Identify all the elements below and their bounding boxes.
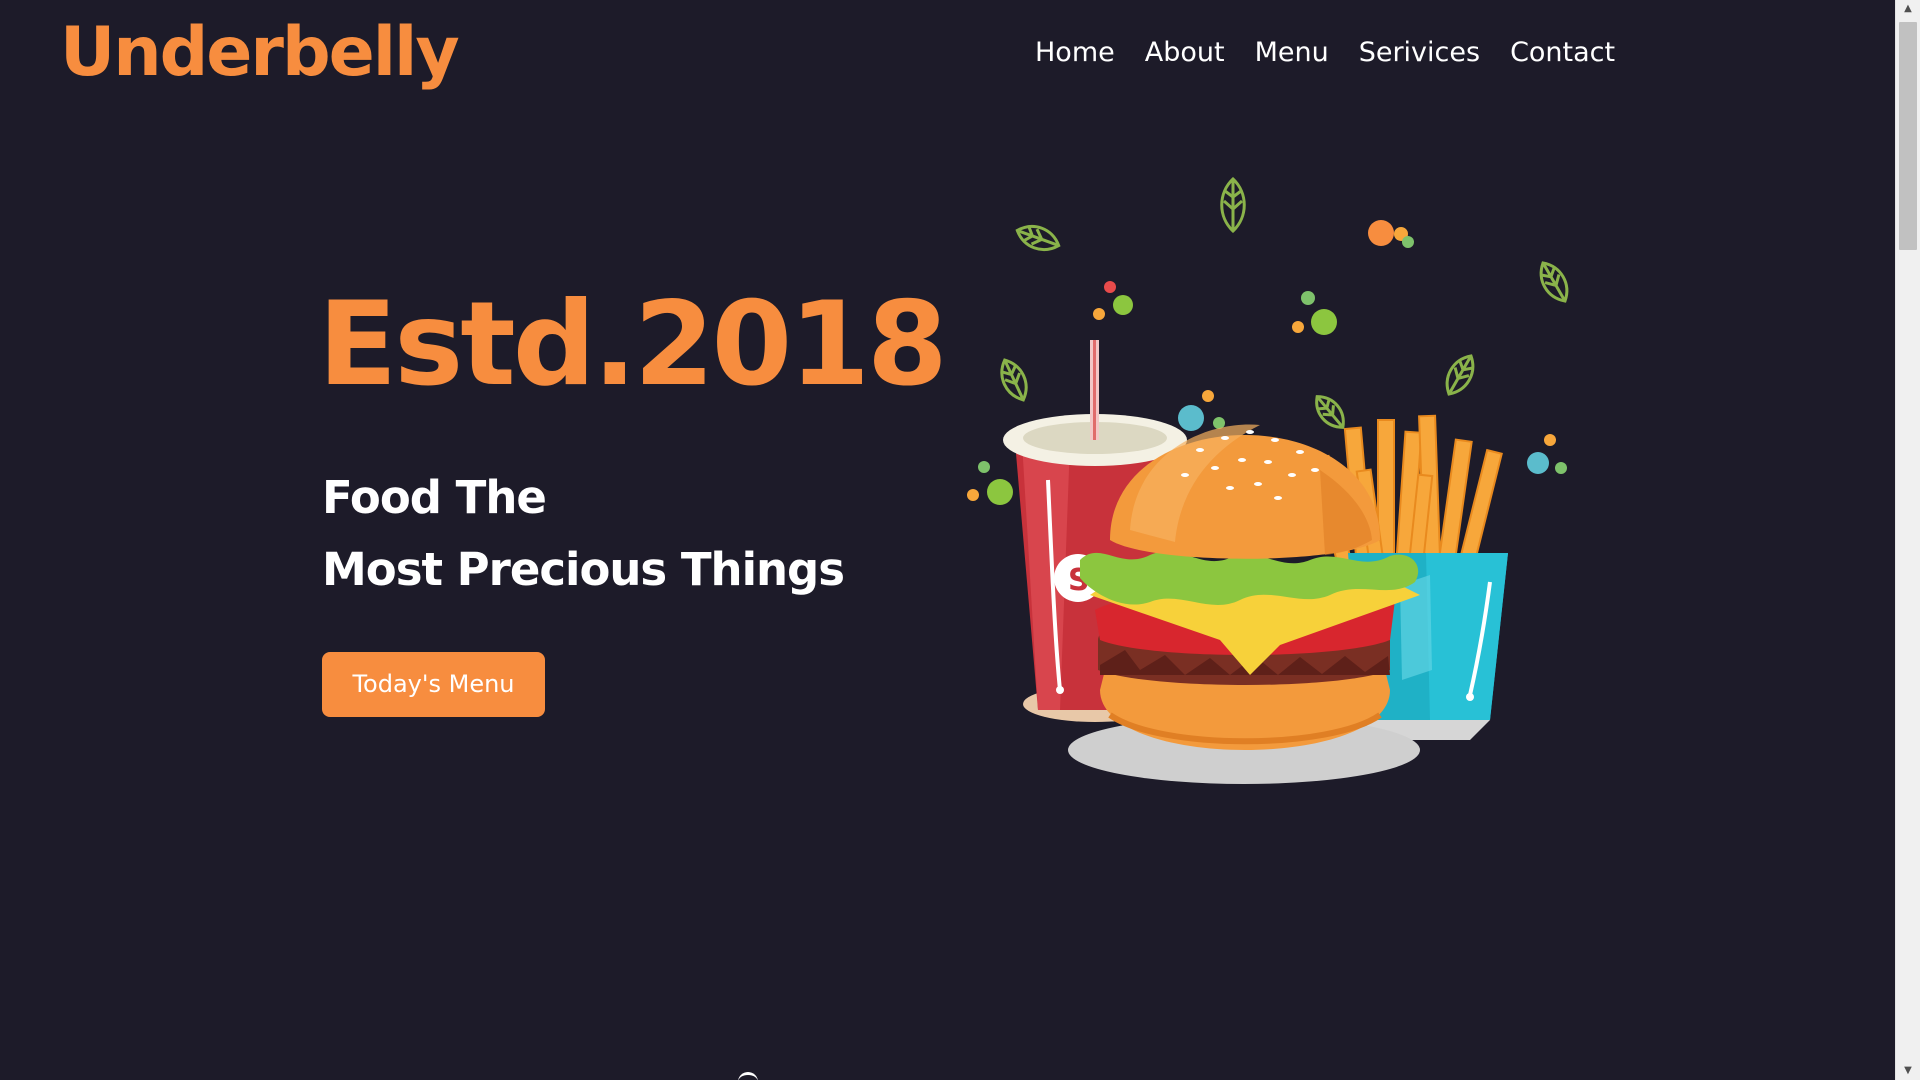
main-nav: Home About Menu Serivices Contact bbox=[1035, 32, 1645, 74]
hero-tagline-line-2: Most Precious Things bbox=[322, 543, 845, 596]
hero-tagline-line-1: Food The bbox=[322, 471, 547, 524]
hero-tagline: Food The Most Precious Things bbox=[322, 462, 845, 606]
scroll-up-arrow-icon[interactable]: ▲ bbox=[1896, 0, 1920, 18]
scrollbar-thumb[interactable] bbox=[1899, 22, 1917, 250]
burger-fries-soda-illustration: S bbox=[967, 176, 1569, 784]
nav-home-link[interactable]: Home bbox=[1035, 32, 1115, 74]
todays-menu-button[interactable]: Today's Menu bbox=[322, 652, 545, 717]
scroll-hint-icon bbox=[738, 1072, 758, 1080]
nav-contact-link[interactable]: Contact bbox=[1510, 32, 1615, 74]
nav-about-link[interactable]: About bbox=[1145, 32, 1225, 74]
site-logo[interactable]: Underbelly bbox=[60, 8, 460, 98]
scroll-down-arrow-icon[interactable]: ▼ bbox=[1896, 1062, 1920, 1080]
hero-established-year: Estd.2018 bbox=[318, 277, 948, 412]
nav-menu-link[interactable]: Menu bbox=[1255, 32, 1329, 74]
vertical-scrollbar[interactable]: ▲ ▼ bbox=[1895, 0, 1920, 1080]
nav-services-link[interactable]: Serivices bbox=[1359, 32, 1480, 74]
page: Underbelly Home About Menu Serivices Con… bbox=[0, 0, 1895, 1080]
